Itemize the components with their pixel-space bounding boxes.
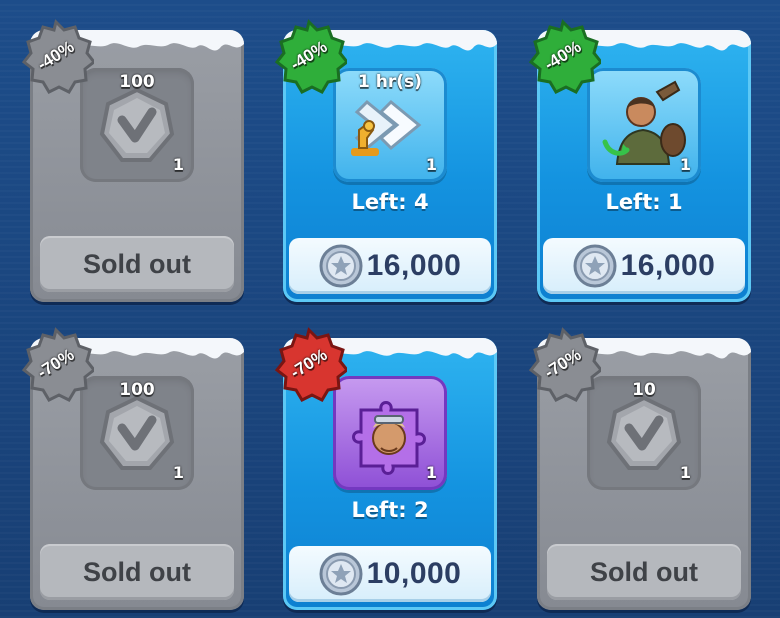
discount-badge: -70% (525, 326, 601, 402)
item-quantity: 1 (679, 463, 691, 482)
discount-badge: -40% (271, 18, 347, 94)
buy-button[interactable]: 10,000 (289, 546, 491, 602)
item-quantity: 1 (172, 463, 184, 482)
item-quantity: 1 (425, 463, 437, 482)
discount-badge: -70% (18, 326, 94, 402)
buy-button[interactable]: 16,000 (289, 238, 491, 294)
item-quantity: 1 (679, 155, 691, 174)
discount-badge: -40% (18, 18, 94, 94)
silver-coin-icon (319, 244, 363, 288)
stock-left-label: Left: 1 (605, 190, 683, 214)
sold-out-button[interactable]: Sold out (547, 544, 741, 600)
sold-out-button[interactable]: Sold out (40, 544, 234, 600)
item-icon-box[interactable]: 100 1 (80, 376, 194, 490)
item-quantity: 1 (172, 155, 184, 174)
item-quantity: 1 (425, 155, 437, 174)
item-icon-box[interactable]: 1 (587, 68, 701, 182)
discount-badge: -40% (525, 18, 601, 94)
sold-out-button[interactable]: Sold out (40, 236, 234, 292)
item-icon-box[interactable]: 10 1 (587, 376, 701, 490)
price-label: 16,000 (366, 249, 462, 282)
discount-badge: -70% (271, 326, 347, 402)
stock-left-label: Left: 2 (351, 498, 429, 522)
silver-coin-icon (573, 244, 617, 288)
item-icon-box[interactable]: 100 1 (80, 68, 194, 182)
silver-coin-icon (319, 552, 363, 596)
buy-button[interactable]: 16,000 (543, 238, 745, 294)
item-icon-box[interactable]: 1 hr(s) 1 (333, 68, 447, 182)
item-icon-box[interactable]: 1 (333, 376, 447, 490)
shop-grid: 100 1 Sold out -40% 1 hr(s) 1 Left: 4 16… (0, 0, 780, 618)
stock-left-label: Left: 4 (351, 190, 429, 214)
price-label: 10,000 (366, 557, 462, 590)
price-label: 16,000 (620, 249, 716, 282)
